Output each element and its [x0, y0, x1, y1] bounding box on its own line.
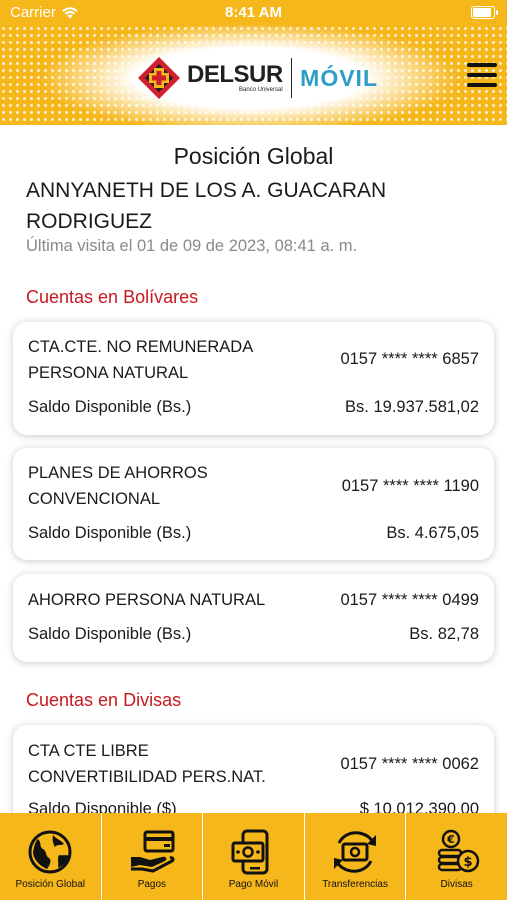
- status-time: 8:41 AM: [225, 4, 282, 21]
- bottom-tab-bar: Posición Global Pagos Pago Móvil Transfe…: [0, 813, 507, 900]
- hamburger-menu-icon[interactable]: [467, 63, 497, 87]
- account-type: PLANES DE AHORROS CONVENCIONAL: [28, 464, 208, 508]
- tab-label: Transferencias: [322, 879, 388, 890]
- app-header: DELSUR Banco Universal MÓVIL: [0, 25, 507, 125]
- account-card[interactable]: AHORRO PERSONA NATURAL 0157 **** **** 04…: [13, 574, 494, 662]
- delsur-movil-logo: DELSUR Banco Universal MÓVIL: [137, 55, 378, 101]
- account-number: 0157 **** **** 1190: [341, 477, 479, 495]
- status-bar: Carrier 8:41 AM: [0, 0, 507, 25]
- account-number: 0157 **** **** 0062: [340, 755, 479, 773]
- tab-label: Pago Móvil: [228, 879, 279, 890]
- account-card[interactable]: PLANES DE AHORROS CONVENCIONAL 0157 ****…: [13, 448, 494, 560]
- brand-name: DELSUR: [187, 61, 283, 88]
- battery-icon: [471, 6, 498, 19]
- tab-label: Posición Global: [15, 879, 86, 890]
- tab-label: Pagos: [137, 879, 167, 890]
- account-card[interactable]: CTA.CTE. NO REMUNERADA PERSONA NATURAL 0…: [13, 322, 494, 435]
- user-name: ANNYANETH DE LOS A. GUACARAN RODRIGUEZ: [26, 179, 387, 233]
- balance-value: Bs. 4.675,05: [386, 524, 479, 542]
- balance-label: Saldo Disponible (Bs.): [28, 398, 192, 416]
- account-type: CTA CTE LIBRE CONVERTIBILIDAD PERS.NAT.: [28, 742, 266, 786]
- account-number: 0157 **** **** 0499: [340, 591, 479, 609]
- tab-pago-movil[interactable]: Pago Móvil: [203, 813, 305, 900]
- account-type: CTA.CTE. NO REMUNERADA PERSONA NATURAL: [28, 338, 253, 382]
- mobile-payment-icon: [231, 829, 269, 875]
- tab-label: Divisas: [440, 879, 473, 890]
- balance-value: Bs. 82,78: [409, 625, 479, 643]
- delsur-logo-mark-icon: [138, 57, 180, 99]
- main-content[interactable]: Posición Global ANNYANETH DE LOS A. GUAC…: [0, 125, 507, 813]
- account-number: 0157 **** **** 6857: [340, 350, 479, 368]
- balance-value: Bs. 19.937.581,02: [345, 398, 479, 416]
- tab-posicion-global[interactable]: Posición Global: [0, 813, 102, 900]
- last-visit-text: Última visita el 01 de 09 de 2023, 08:41…: [26, 237, 358, 255]
- logo-divider: [290, 58, 293, 98]
- svg-text:€: €: [446, 833, 455, 846]
- account-type: AHORRO PERSONA NATURAL: [28, 591, 266, 609]
- svg-text:$: $: [463, 855, 472, 870]
- app-name: MÓVIL: [300, 64, 379, 91]
- balance-label: Saldo Disponible ($): [28, 800, 177, 813]
- balance-label: Saldo Disponible (Bs.): [28, 625, 192, 643]
- tab-pagos[interactable]: Pagos: [102, 813, 204, 900]
- section-title-bolivares: Cuentas en Bolívares: [26, 287, 199, 307]
- tab-transferencias[interactable]: Transferencias: [305, 813, 407, 900]
- transfer-icon: [334, 831, 377, 873]
- section-title-divisas: Cuentas en Divisas: [26, 690, 182, 710]
- brand-wordmark: DELSUR Banco Universal: [187, 61, 283, 94]
- account-card[interactable]: CTA CTE LIBRE CONVERTIBILIDAD PERS.NAT. …: [13, 725, 494, 813]
- tab-divisas[interactable]: € $ Divisas: [406, 813, 507, 900]
- balance-label: Saldo Disponible (Bs.): [28, 524, 192, 542]
- page-title: Posición Global: [173, 143, 334, 169]
- card-hand-icon: [130, 830, 175, 873]
- balance-value: $ 10.012.390,00: [359, 800, 479, 813]
- coins-icon: € $: [437, 829, 479, 873]
- globe-icon: [28, 830, 72, 874]
